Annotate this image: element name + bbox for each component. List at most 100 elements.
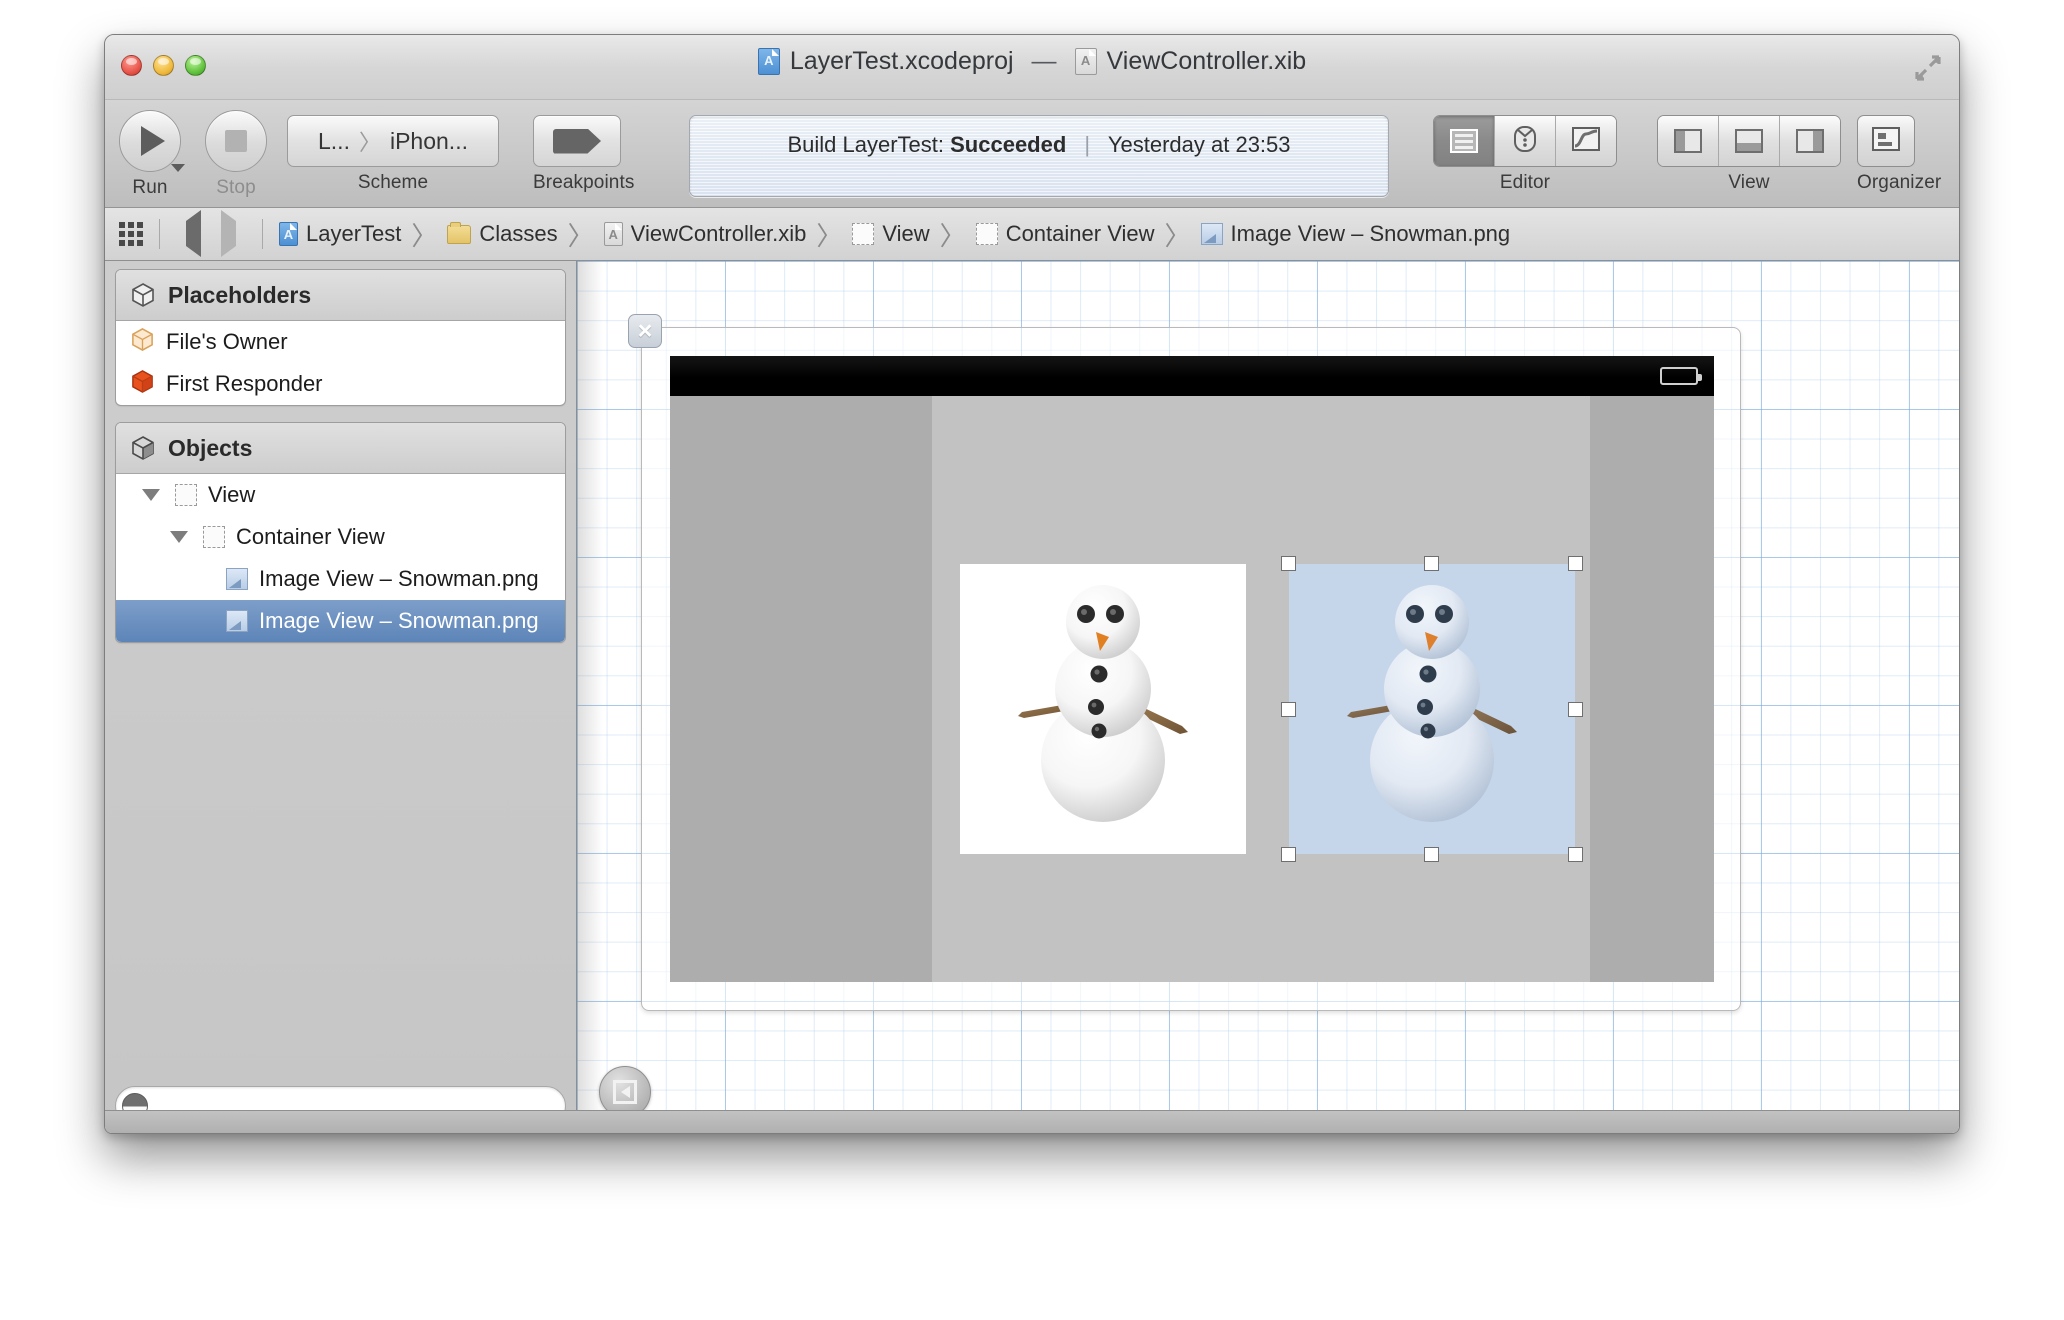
list-item-label: File's Owner: [166, 329, 288, 354]
stop-group: Stop: [205, 110, 267, 199]
play-icon: [141, 126, 165, 156]
status-text: Build LayerTest: Succeeded | Yesterday a…: [690, 116, 1388, 196]
breadcrumb: LayerTest 〉 Classes 〉 ViewController.xib…: [105, 208, 1959, 261]
resize-handle-top-right[interactable]: [1568, 556, 1583, 571]
scheme-selector[interactable]: L... 〉 iPhon...: [287, 115, 499, 167]
placeholders-header[interactable]: Placeholders: [116, 270, 565, 321]
organizer-label: Organizer: [1857, 172, 1942, 193]
divider: [262, 219, 263, 249]
list-item-label: First Responder: [166, 371, 323, 396]
cube-filled-icon: [130, 435, 156, 461]
resize-handle-bottom-center[interactable]: [1424, 847, 1439, 862]
fullscreen-icon[interactable]: [1913, 53, 1943, 83]
breadcrumb-item-classes[interactable]: Classes: [447, 221, 558, 247]
tree-item-image-view-1[interactable]: Image View – Snowman.png: [116, 558, 565, 600]
disclosure-triangle-icon[interactable]: [142, 489, 160, 501]
status-timestamp: Yesterday at 23:53: [1107, 132, 1291, 157]
tree-item-label: Image View – Snowman.png: [259, 566, 539, 591]
objects-tree: View Container View Image View – Snowman…: [116, 474, 565, 642]
resize-handle-top-center[interactable]: [1424, 556, 1439, 571]
objects-header[interactable]: Objects: [116, 423, 565, 474]
assistant-editor-button[interactable]: [1495, 116, 1556, 166]
resize-handle-bottom-left[interactable]: [1281, 847, 1296, 862]
breakpoint-flag-icon: [553, 128, 601, 154]
run-button[interactable]: [119, 110, 185, 172]
imageview-icon: [226, 610, 248, 632]
stop-square-icon: [225, 130, 247, 152]
stop-button[interactable]: [205, 110, 267, 172]
organizer-button[interactable]: [1857, 115, 1915, 167]
xib-icon: [603, 222, 623, 246]
run-dropdown-caret-icon[interactable]: [171, 164, 185, 172]
toggle-utilities-button[interactable]: [1780, 116, 1840, 166]
window-title: LayerTest.xcodeproj — ViewController.xib: [105, 47, 1959, 76]
editor-segmented-control[interactable]: [1433, 115, 1617, 167]
scheme-destination: iPhon...: [389, 127, 468, 154]
view-group: View: [1657, 115, 1841, 194]
placeholders-list: File's Owner First Responder: [116, 321, 565, 405]
battery-icon: [1660, 367, 1702, 385]
project-grid-icon[interactable]: [119, 222, 143, 246]
xcodeproj-icon: [757, 48, 780, 75]
breakpoints-label: Breakpoints: [533, 172, 635, 193]
xcodeproj-icon: [279, 222, 298, 246]
list-item-files-owner[interactable]: File's Owner: [116, 321, 565, 363]
organizer-group: Organizer: [1857, 115, 1941, 194]
tree-item-container-view[interactable]: Container View: [116, 516, 565, 558]
breadcrumb-label: LayerTest: [306, 221, 402, 246]
version-editor-button[interactable]: [1556, 116, 1616, 166]
standard-editor-button[interactable]: [1434, 116, 1495, 166]
files-owner-cube-icon: [130, 327, 155, 358]
image-view-snowman-2[interactable]: [1281, 556, 1583, 862]
tree-item-label: View: [208, 482, 256, 507]
editor-group: Editor: [1433, 115, 1617, 194]
image-view-snowman-1[interactable]: [960, 564, 1246, 854]
breakpoints-button[interactable]: [533, 115, 621, 167]
resize-handle-middle-right[interactable]: [1568, 702, 1583, 717]
ios-status-bar: [670, 356, 1714, 396]
status-divider: |: [1084, 132, 1091, 157]
resize-handle-top-left[interactable]: [1281, 556, 1296, 571]
breadcrumb-item-image-view[interactable]: Image View – Snowman.png: [1200, 221, 1510, 247]
tree-item-view[interactable]: View: [116, 474, 565, 516]
disclosure-triangle-icon[interactable]: [170, 531, 188, 543]
tree-item-image-view-2[interactable]: Image View – Snowman.png: [116, 600, 565, 642]
view-segmented-control[interactable]: [1657, 115, 1841, 167]
outline-view: Placeholders File's Owner First Responde…: [105, 261, 577, 1133]
back-arrow-icon[interactable]: [176, 210, 211, 257]
window-titlebar: LayerTest.xcodeproj — ViewController.xib: [105, 35, 1959, 100]
placeholders-header-label: Placeholders: [168, 281, 312, 308]
forward-arrow-icon[interactable]: [211, 210, 246, 257]
breadcrumb-label: View: [882, 221, 930, 246]
run-label: Run: [132, 177, 168, 198]
toggle-navigator-button[interactable]: [1658, 116, 1719, 166]
root-view[interactable]: [670, 356, 1714, 982]
close-icon[interactable]: ×: [628, 314, 662, 348]
view-label: View: [1728, 172, 1770, 193]
resize-handle-bottom-right[interactable]: [1568, 847, 1583, 862]
breadcrumb-chevron-icon: 〉: [411, 220, 438, 251]
breadcrumb-item-viewcontroller-xib[interactable]: ViewController.xib: [603, 221, 806, 247]
toggle-debug-area-icon: [1735, 129, 1763, 153]
toggle-utilities-icon: [1796, 129, 1824, 153]
resize-handle-middle-left[interactable]: [1281, 702, 1296, 717]
organizer-icon: [1872, 126, 1900, 156]
toggle-debug-area-button[interactable]: [1719, 116, 1780, 166]
scheme-label: Scheme: [357, 172, 429, 193]
status-build-result: Succeeded: [950, 132, 1067, 157]
version-editor-icon: [1572, 126, 1600, 156]
breadcrumb-item-container-view[interactable]: Container View: [975, 221, 1154, 247]
imageview-icon: [226, 568, 248, 590]
canvas-document-frame: ×: [628, 314, 1741, 1011]
list-item-first-responder[interactable]: First Responder: [116, 363, 565, 405]
breadcrumb-item-layertest[interactable]: LayerTest: [279, 221, 401, 247]
container-view[interactable]: [932, 396, 1590, 982]
standard-editor-icon: [1450, 129, 1478, 153]
scheme-chevron-icon: 〉: [358, 130, 381, 155]
editor-label: Editor: [1499, 172, 1551, 193]
breakpoints-group: Breakpoints: [533, 115, 634, 194]
breadcrumb-item-view[interactable]: View: [852, 221, 930, 247]
placeholders-panel: Placeholders File's Owner First Responde…: [115, 269, 566, 406]
interface-builder-canvas[interactable]: ×: [577, 261, 1959, 1133]
breadcrumb-chevron-icon: 〉: [939, 220, 966, 251]
